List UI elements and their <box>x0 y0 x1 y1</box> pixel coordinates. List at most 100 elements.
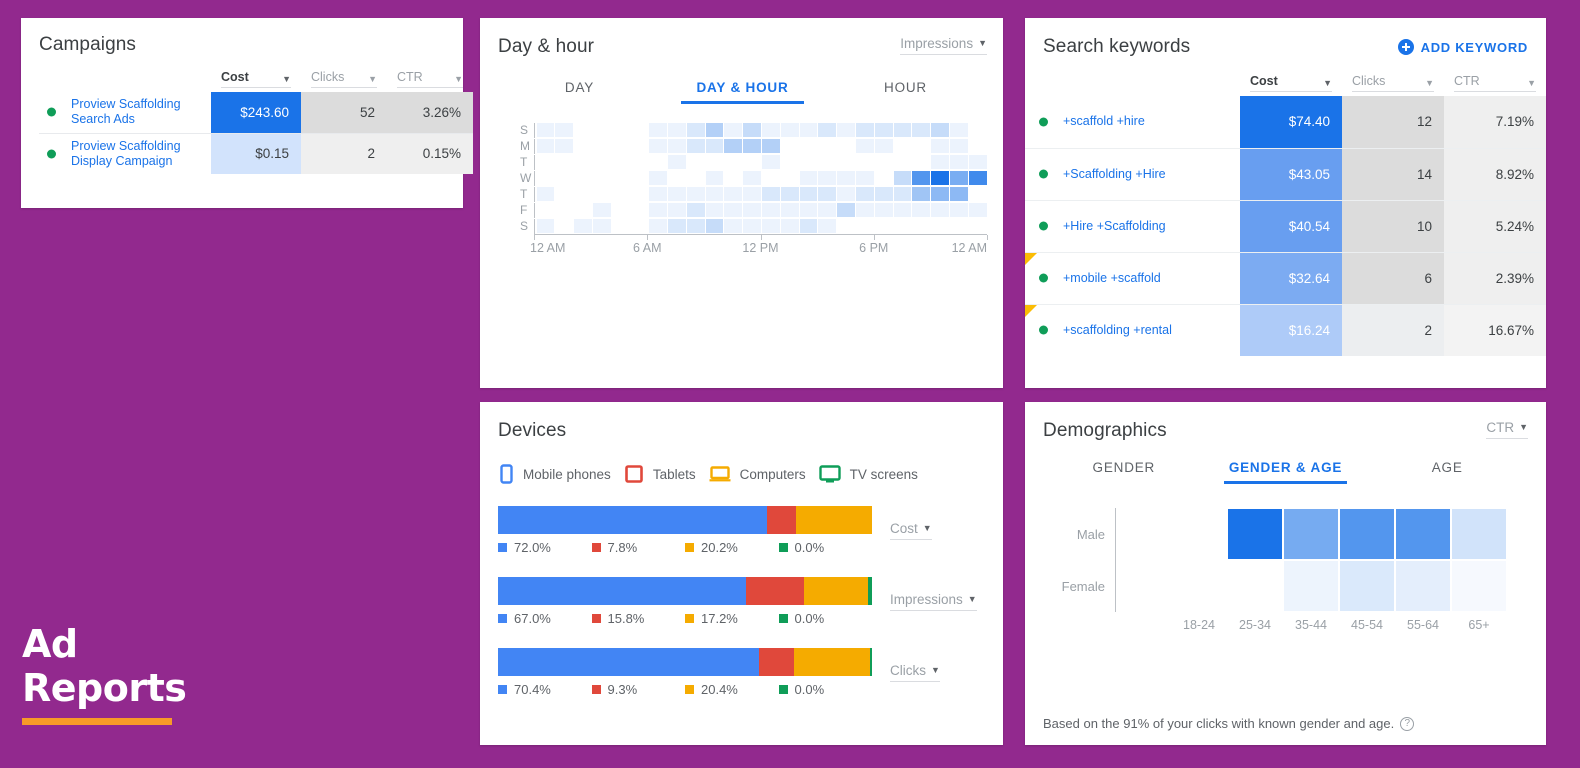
heatmap-cell[interactable] <box>705 203 724 217</box>
heatmap-cell[interactable] <box>649 155 668 169</box>
heatmap-cell[interactable] <box>837 123 856 137</box>
keyword-name-cell[interactable]: +Scaffolding +Hire <box>1025 147 1240 200</box>
heatmap-cell[interactable] <box>799 187 818 201</box>
heatmap-cell[interactable] <box>893 219 912 233</box>
heatmap-cell[interactable] <box>968 155 987 169</box>
heatmap-cell[interactable] <box>874 123 893 137</box>
heatmap-cell[interactable] <box>893 139 912 153</box>
heatmap-cell[interactable] <box>668 219 686 233</box>
heatmap-cell[interactable] <box>799 155 818 169</box>
campaigns-col-cost[interactable]: Cost ▼ <box>211 68 301 92</box>
heatmap-cell[interactable] <box>874 139 893 153</box>
tab-age[interactable]: AGE <box>1366 460 1528 484</box>
heatmap-cell[interactable] <box>780 219 799 233</box>
heatmap-cell[interactable] <box>724 219 743 233</box>
heatmap-cell[interactable] <box>931 155 950 169</box>
heatmap-cell[interactable] <box>574 171 592 185</box>
heatmap-cell[interactable] <box>818 187 837 201</box>
heatmap-cell[interactable] <box>592 155 611 169</box>
heatmap-cell[interactable] <box>931 187 950 201</box>
keywords-col-ctr[interactable]: CTR ▼ <box>1444 72 1546 96</box>
campaign-name-cell[interactable]: Proview Scaffolding Display Campaign <box>39 132 211 174</box>
heatmap-cell[interactable] <box>574 123 592 137</box>
heatmap-cell[interactable] <box>705 123 724 137</box>
heatmap-cell[interactable] <box>837 203 856 217</box>
heatmap-cell[interactable] <box>912 139 931 153</box>
heatmap-cell[interactable] <box>649 139 668 153</box>
heatmap-cell[interactable] <box>592 219 611 233</box>
day-hour-heatmap[interactable]: SMTWTFS <box>498 122 987 234</box>
heatmap-cell[interactable] <box>555 139 574 153</box>
heatmap-cell[interactable] <box>799 123 818 137</box>
heatmap-cell[interactable] <box>780 187 799 201</box>
heatmap-cell[interactable] <box>555 187 574 201</box>
heatmap-cell[interactable] <box>968 203 987 217</box>
demographics-cell[interactable] <box>1284 509 1338 559</box>
heatmap-cell[interactable] <box>837 219 856 233</box>
heatmap-cell[interactable] <box>592 203 611 217</box>
heatmap-cell[interactable] <box>743 123 762 137</box>
heatmap-cell[interactable] <box>912 123 931 137</box>
heatmap-cell[interactable] <box>762 139 780 153</box>
heatmap-cell[interactable] <box>931 123 950 137</box>
heatmap-cell[interactable] <box>818 171 837 185</box>
heatmap-cell[interactable] <box>874 203 893 217</box>
demographics-heatmap[interactable]: Male Female 18-24 25-34 35-44 45-54 55-64 65+ <box>1043 508 1528 632</box>
demographics-cell[interactable] <box>1452 561 1506 611</box>
heatmap-cell[interactable] <box>893 123 912 137</box>
demographics-cell[interactable] <box>1396 509 1450 559</box>
heatmap-cell[interactable] <box>686 219 705 233</box>
heatmap-cell[interactable] <box>668 139 686 153</box>
heatmap-cell[interactable] <box>611 203 630 217</box>
add-keyword-button[interactable]: ADD KEYWORD <box>1397 39 1528 55</box>
heatmap-cell[interactable] <box>912 203 931 217</box>
heatmap-cell[interactable] <box>668 187 686 201</box>
heatmap-cell[interactable] <box>668 155 686 169</box>
heatmap-cell[interactable] <box>856 139 874 153</box>
heatmap-cell[interactable] <box>555 203 574 217</box>
heatmap-cell[interactable] <box>574 219 592 233</box>
keywords-col-clicks[interactable]: Clicks ▼ <box>1342 72 1444 96</box>
heatmap-cell[interactable] <box>837 139 856 153</box>
keyword-name-cell[interactable]: +Hire +Scaffolding <box>1025 199 1240 252</box>
heatmap-cell[interactable] <box>649 203 668 217</box>
heatmap-cell[interactable] <box>555 155 574 169</box>
heatmap-cell[interactable] <box>611 123 630 137</box>
heatmap-cell[interactable] <box>950 171 968 185</box>
heatmap-cell[interactable] <box>780 139 799 153</box>
heatmap-cell[interactable] <box>968 187 987 201</box>
heatmap-cell[interactable] <box>780 155 799 169</box>
heatmap-cell[interactable] <box>686 123 705 137</box>
heatmap-cell[interactable] <box>912 219 931 233</box>
heatmap-cell[interactable] <box>856 171 874 185</box>
heatmap-cell[interactable] <box>724 203 743 217</box>
heatmap-cell[interactable] <box>649 187 668 201</box>
heatmap-cell[interactable] <box>762 155 780 169</box>
demographics-cell[interactable] <box>1284 561 1338 611</box>
heatmap-cell[interactable] <box>799 219 818 233</box>
heatmap-cell[interactable] <box>762 171 780 185</box>
heatmap-cell[interactable] <box>536 139 555 153</box>
heatmap-cell[interactable] <box>968 171 987 185</box>
heatmap-cell[interactable] <box>592 123 611 137</box>
heatmap-cell[interactable] <box>837 155 856 169</box>
heatmap-cell[interactable] <box>611 219 630 233</box>
heatmap-cell[interactable] <box>536 123 555 137</box>
heatmap-cell[interactable] <box>705 187 724 201</box>
heatmap-cell[interactable] <box>950 155 968 169</box>
heatmap-cell[interactable] <box>799 139 818 153</box>
heatmap-cell[interactable] <box>724 171 743 185</box>
heatmap-cell[interactable] <box>780 171 799 185</box>
demographics-cell[interactable] <box>1172 509 1226 559</box>
demographics-metric-selector[interactable]: CTR ▼ <box>1486 420 1528 439</box>
heatmap-cell[interactable] <box>856 155 874 169</box>
heatmap-cell[interactable] <box>705 171 724 185</box>
heatmap-cell[interactable] <box>762 123 780 137</box>
device-metric-selector-cost[interactable]: Cost ▼ <box>890 521 932 540</box>
tab-day[interactable]: DAY <box>498 80 661 104</box>
table-row[interactable]: +Hire +Scaffolding $40.54 10 5.24% <box>1025 199 1546 252</box>
heatmap-cell[interactable] <box>555 219 574 233</box>
heatmap-cell[interactable] <box>555 171 574 185</box>
table-row[interactable]: +Scaffolding +Hire $43.05 14 8.92% <box>1025 147 1546 200</box>
keyword-name-cell[interactable]: +mobile +scaffold <box>1025 251 1240 304</box>
